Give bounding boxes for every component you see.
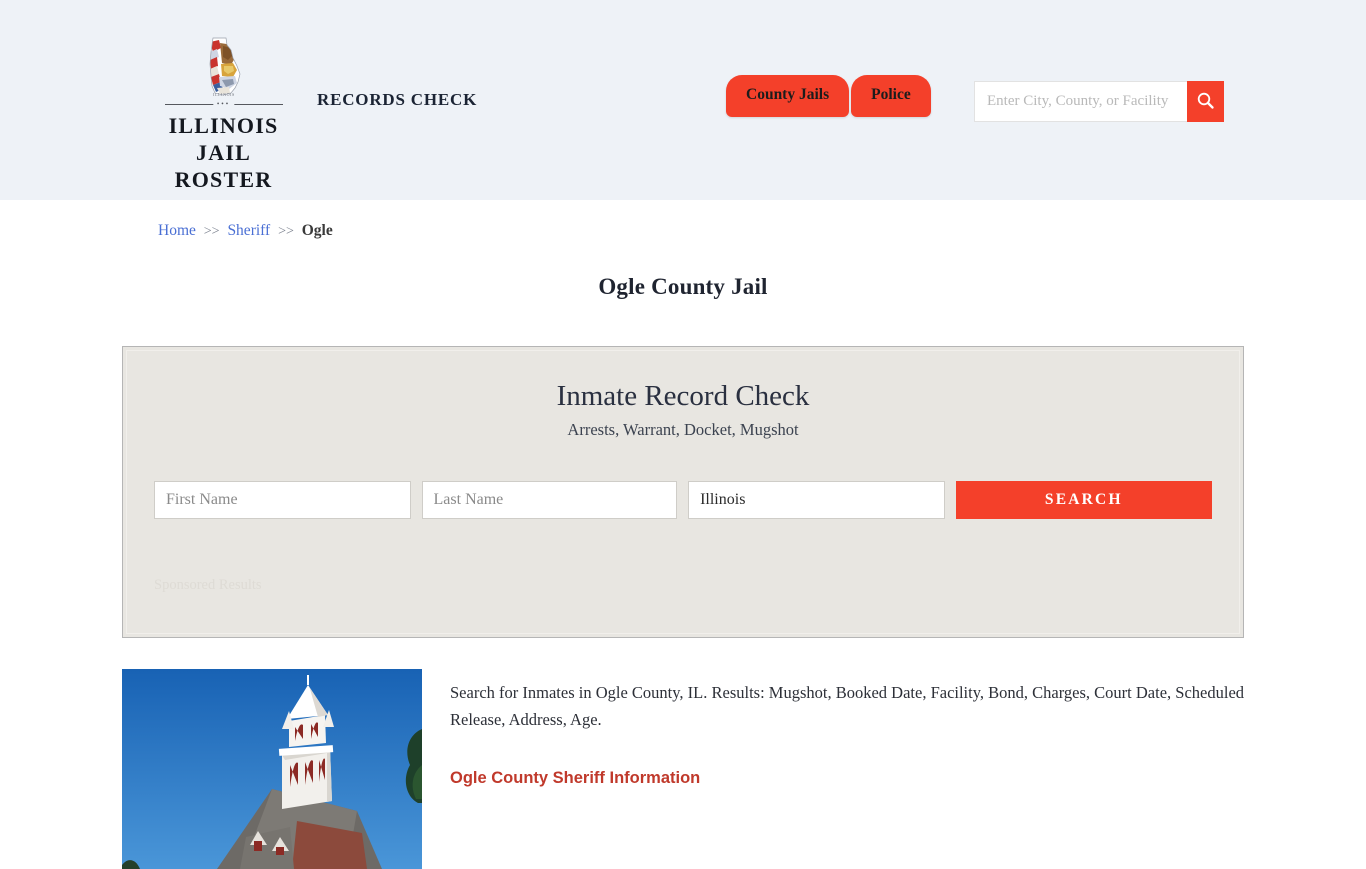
panel-title: Inmate Record Check xyxy=(556,380,810,412)
breadcrumb-item-home[interactable]: Home xyxy=(158,222,196,239)
primary-nav: County Jails Police xyxy=(726,75,931,117)
site-tagline: RECORDS CHECK xyxy=(317,90,478,109)
state-select[interactable]: Illinois xyxy=(688,480,945,519)
search-submit-button[interactable]: SEARCH xyxy=(955,480,1213,519)
sponsored-results-label: Sponsored Results xyxy=(154,576,262,593)
search-panel-inner: Inmate Record Check Arrests, Warrant, Do… xyxy=(126,350,1240,634)
courthouse-photo xyxy=(122,669,422,869)
illinois-state-flag-icon: ILLINOIS xyxy=(193,36,255,98)
content-text: Search for Inmates in Ogle County, IL. R… xyxy=(450,669,1244,788)
breadcrumb-separator: >> xyxy=(278,224,294,239)
site-header: ILLINOIS ••• ILLINOIS JAIL ROSTER RECORD… xyxy=(0,0,1366,200)
search-panel-wrap: Inmate Record Check Arrests, Warrant, Do… xyxy=(122,346,1244,638)
nav-tab-county-jails[interactable]: County Jails xyxy=(726,75,850,117)
header-search xyxy=(974,81,1224,122)
breadcrumb-item-current: Ogle xyxy=(301,222,333,239)
site-logo[interactable]: ILLINOIS ••• ILLINOIS JAIL ROSTER xyxy=(156,36,291,193)
content-area: Search for Inmates in Ogle County, IL. R… xyxy=(122,669,1244,869)
header-search-button[interactable] xyxy=(1187,81,1224,122)
content-paragraph: Search for Inmates in Ogle County, IL. R… xyxy=(450,683,1245,729)
search-icon xyxy=(1196,91,1215,113)
svg-text:ILLINOIS: ILLINOIS xyxy=(213,92,235,97)
brand-name-line2: JAIL ROSTER xyxy=(174,140,273,192)
breadcrumb-item-sheriff[interactable]: Sheriff xyxy=(227,222,270,239)
header-search-input[interactable] xyxy=(974,81,1187,122)
brand-name-line1: ILLINOIS xyxy=(168,113,279,138)
panel-subtitle: Arrests, Warrant, Docket, Mugshot xyxy=(567,419,799,439)
inmate-search-form: Illinois SEARCH xyxy=(154,480,1213,519)
sheriff-information-heading: Ogle County Sheriff Information xyxy=(450,769,701,787)
header-inner: ILLINOIS ••• ILLINOIS JAIL ROSTER RECORD… xyxy=(123,0,1243,200)
brand-divider-dots: ••• xyxy=(212,101,235,108)
inmate-record-check-panel: Inmate Record Check Arrests, Warrant, Do… xyxy=(122,346,1244,638)
breadcrumb: Home >> Sheriff >> Ogle xyxy=(123,200,1243,240)
breadcrumb-separator: >> xyxy=(203,224,220,239)
last-name-input[interactable] xyxy=(421,480,678,519)
nav-tab-police[interactable]: Police xyxy=(851,75,931,117)
page-title: Ogle County Jail xyxy=(598,274,768,299)
brand-divider: ••• xyxy=(164,100,283,109)
first-name-input[interactable] xyxy=(154,480,411,519)
